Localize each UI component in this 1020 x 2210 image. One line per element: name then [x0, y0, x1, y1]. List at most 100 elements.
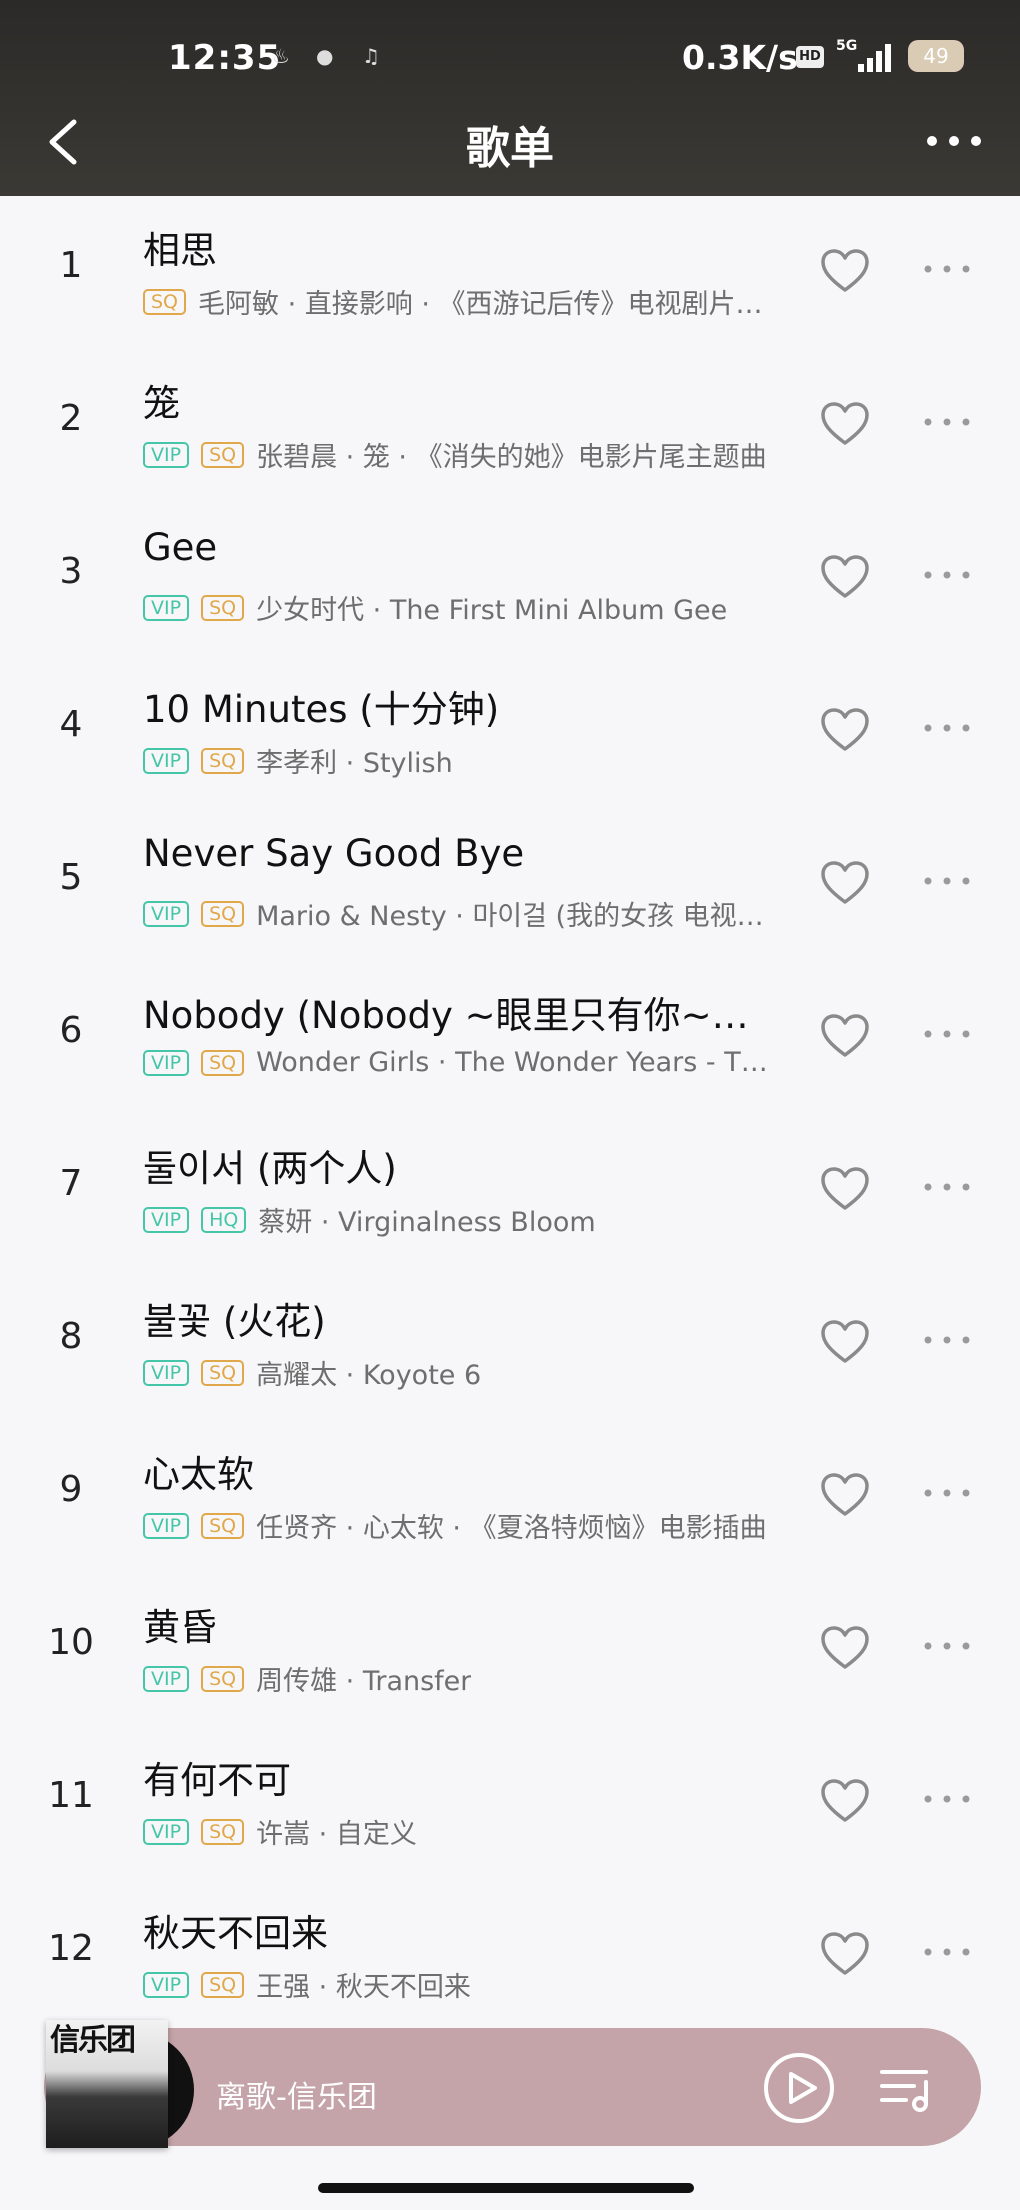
vip-badge: VIP [143, 1049, 190, 1076]
song-row[interactable]: 5 Never Say Good Bye VIP SQ Mario & Nesty · … [0, 808, 1020, 961]
song-title[interactable]: 10 Minutes (十分钟) [143, 679, 783, 733]
song-rank: 7 [59, 1163, 83, 1204]
song-rank: 6 [59, 1010, 83, 1051]
album-cover[interactable]: 信乐团 [46, 2020, 168, 2148]
network-type: 5G [836, 38, 857, 54]
song-row[interactable]: 3 Gee VIP SQ 少女时代 · The First Mini Album Gee [0, 502, 1020, 655]
row-more-icon[interactable] [922, 1486, 972, 1500]
heart-outline-icon[interactable] [820, 401, 870, 447]
heart-outline-icon[interactable] [820, 248, 870, 294]
song-title[interactable]: 불꽃 (火花) [143, 1291, 783, 1345]
battery-icon: 49 [908, 40, 964, 72]
vip-badge: VIP [143, 1359, 190, 1386]
song-title[interactable]: 有何不可 [143, 1750, 783, 1804]
song-row[interactable]: 7 둘이서 (两个人) VIP HQ 蔡妍 · Virginalness Bloom [0, 1114, 1020, 1267]
song-title[interactable]: Nobody (Nobody ~眼里只有你~… [143, 985, 783, 1039]
song-rank: 10 [48, 1622, 94, 1663]
song-title[interactable]: 心太软 [143, 1444, 783, 1498]
sq-badge: SQ [201, 594, 245, 621]
song-rank: 2 [59, 398, 83, 439]
sq-badge: SQ [201, 1971, 245, 1998]
row-more-icon[interactable] [922, 568, 972, 582]
song-title[interactable]: 相思 [143, 220, 783, 274]
song-row[interactable]: 6 Nobody (Nobody ~眼里只有你~… VIP SQ Wonder Girl… [0, 961, 1020, 1114]
song-artist-album: 张碧晨 · 笼 · 《消失的她》电影片尾主题曲 [256, 442, 767, 473]
song-meta: SQ 毛阿敏 · 直接影响 · 《西游记后传》电视剧片… [143, 282, 788, 321]
song-rank: 1 [59, 245, 83, 286]
vip-badge: VIP [143, 747, 190, 774]
song-artist-album: 少女时代 · The First Mini Album Gee [256, 595, 728, 626]
song-artist-album: 高耀太 · Koyote 6 [256, 1360, 482, 1391]
network-speed: 0.3K/s [682, 38, 798, 77]
heart-outline-icon[interactable] [820, 707, 870, 753]
row-more-icon[interactable] [922, 1639, 972, 1653]
song-row[interactable]: 1 相思 SQ 毛阿敏 · 直接影响 · 《西游记后传》电视剧片… [0, 196, 1020, 349]
heart-outline-icon[interactable] [820, 1013, 870, 1059]
song-row[interactable]: 4 10 Minutes (十分钟) VIP SQ 李孝利 · Stylish [0, 655, 1020, 808]
row-more-icon[interactable] [922, 1792, 972, 1806]
song-meta: VIP SQ Wonder Girls · The Wonder Years - T… [143, 1047, 788, 1078]
sq-badge: SQ [201, 1665, 245, 1692]
page-title: 歌单 [466, 123, 554, 174]
row-more-icon[interactable] [922, 1333, 972, 1347]
row-more-icon[interactable] [922, 415, 972, 429]
song-row[interactable]: 11 有何不可 VIP SQ 许嵩 · 自定义 [0, 1726, 1020, 1879]
song-rank: 3 [59, 551, 83, 592]
song-list: 1 相思 SQ 毛阿敏 · 直接影响 · 《西游记后传》电视剧片… 2 笼 VIP SQ 张碧晨… [0, 196, 1020, 2032]
song-artist-album: Wonder Girls · The Wonder Years - T… [256, 1047, 768, 1078]
album-cover-text: 信乐团 [50, 2023, 136, 2058]
song-artist-album: 许嵩 · 自定义 [256, 1819, 417, 1850]
vip-badge: VIP [143, 441, 190, 468]
heart-outline-icon[interactable] [820, 1472, 870, 1518]
row-more-icon[interactable] [922, 262, 972, 276]
song-meta: VIP HQ 蔡妍 · Virginalness Bloom [143, 1200, 788, 1239]
song-title[interactable]: Gee [143, 526, 783, 569]
heart-outline-icon[interactable] [820, 1166, 870, 1212]
home-indicator[interactable] [318, 2183, 694, 2193]
sq-badge: SQ [201, 747, 245, 774]
row-more-icon[interactable] [922, 874, 972, 888]
song-meta: VIP SQ Mario & Nesty · 마이걸 (我的女孩 电视… [143, 894, 788, 933]
song-row[interactable]: 8 불꽃 (火花) VIP SQ 高耀太 · Koyote 6 [0, 1267, 1020, 1420]
playlist-icon[interactable] [878, 2064, 934, 2114]
sq-badge: SQ [201, 1359, 245, 1386]
play-icon[interactable] [763, 2052, 835, 2124]
song-title[interactable]: Never Say Good Bye [143, 832, 783, 875]
row-more-icon[interactable] [922, 1945, 972, 1959]
song-title[interactable]: 笼 [143, 373, 783, 427]
song-meta: VIP SQ 周传雄 · Transfer [143, 1659, 788, 1698]
vip-badge: VIP [143, 900, 190, 927]
song-rank: 5 [59, 857, 83, 898]
song-row[interactable]: 10 黄昏 VIP SQ 周传雄 · Transfer [0, 1573, 1020, 1726]
song-title[interactable]: 秋天不回来 [143, 1903, 783, 1957]
signal-icon: 5G [836, 38, 891, 72]
heart-outline-icon[interactable] [820, 860, 870, 906]
song-row[interactable]: 9 心太软 VIP SQ 任贤齐 · 心太软 · 《夏洛特烦恼》电影插曲 [0, 1420, 1020, 1573]
vip-badge: VIP [143, 1512, 190, 1539]
vip-badge: VIP [143, 1206, 190, 1233]
song-meta: VIP SQ 少女时代 · The First Mini Album Gee [143, 588, 788, 627]
row-more-icon[interactable] [922, 1027, 972, 1041]
now-playing-title[interactable]: 离歌-信乐团 [216, 2072, 377, 2116]
song-row[interactable]: 12 秋天不回来 VIP SQ 王强 · 秋天不回来 [0, 1879, 1020, 2032]
song-rank: 12 [48, 1928, 94, 1969]
heart-outline-icon[interactable] [820, 1319, 870, 1365]
song-row[interactable]: 2 笼 VIP SQ 张碧晨 · 笼 · 《消失的她》电影片尾主题曲 [0, 349, 1020, 502]
heart-outline-icon[interactable] [820, 1778, 870, 1824]
header: 12:35 ♨ ● ♫ 0.3K/s HD 5G 49 歌单 [0, 0, 1020, 196]
sq-badge: SQ [201, 441, 245, 468]
song-title[interactable]: 둘이서 (两个人) [143, 1138, 783, 1192]
song-meta: VIP SQ 高耀太 · Koyote 6 [143, 1353, 788, 1392]
heart-outline-icon[interactable] [820, 1625, 870, 1671]
sq-badge: SQ [143, 288, 187, 315]
song-meta: VIP SQ 王强 · 秋天不回来 [143, 1965, 788, 2004]
row-more-icon[interactable] [922, 1180, 972, 1194]
sq-badge: SQ [201, 1512, 245, 1539]
vip-badge: VIP [143, 594, 190, 621]
sq-badge: SQ [201, 900, 245, 927]
heart-outline-icon[interactable] [820, 554, 870, 600]
song-title[interactable]: 黄昏 [143, 1597, 783, 1651]
more-dots-icon[interactable] [924, 126, 984, 156]
row-more-icon[interactable] [922, 721, 972, 735]
heart-outline-icon[interactable] [820, 1931, 870, 1977]
